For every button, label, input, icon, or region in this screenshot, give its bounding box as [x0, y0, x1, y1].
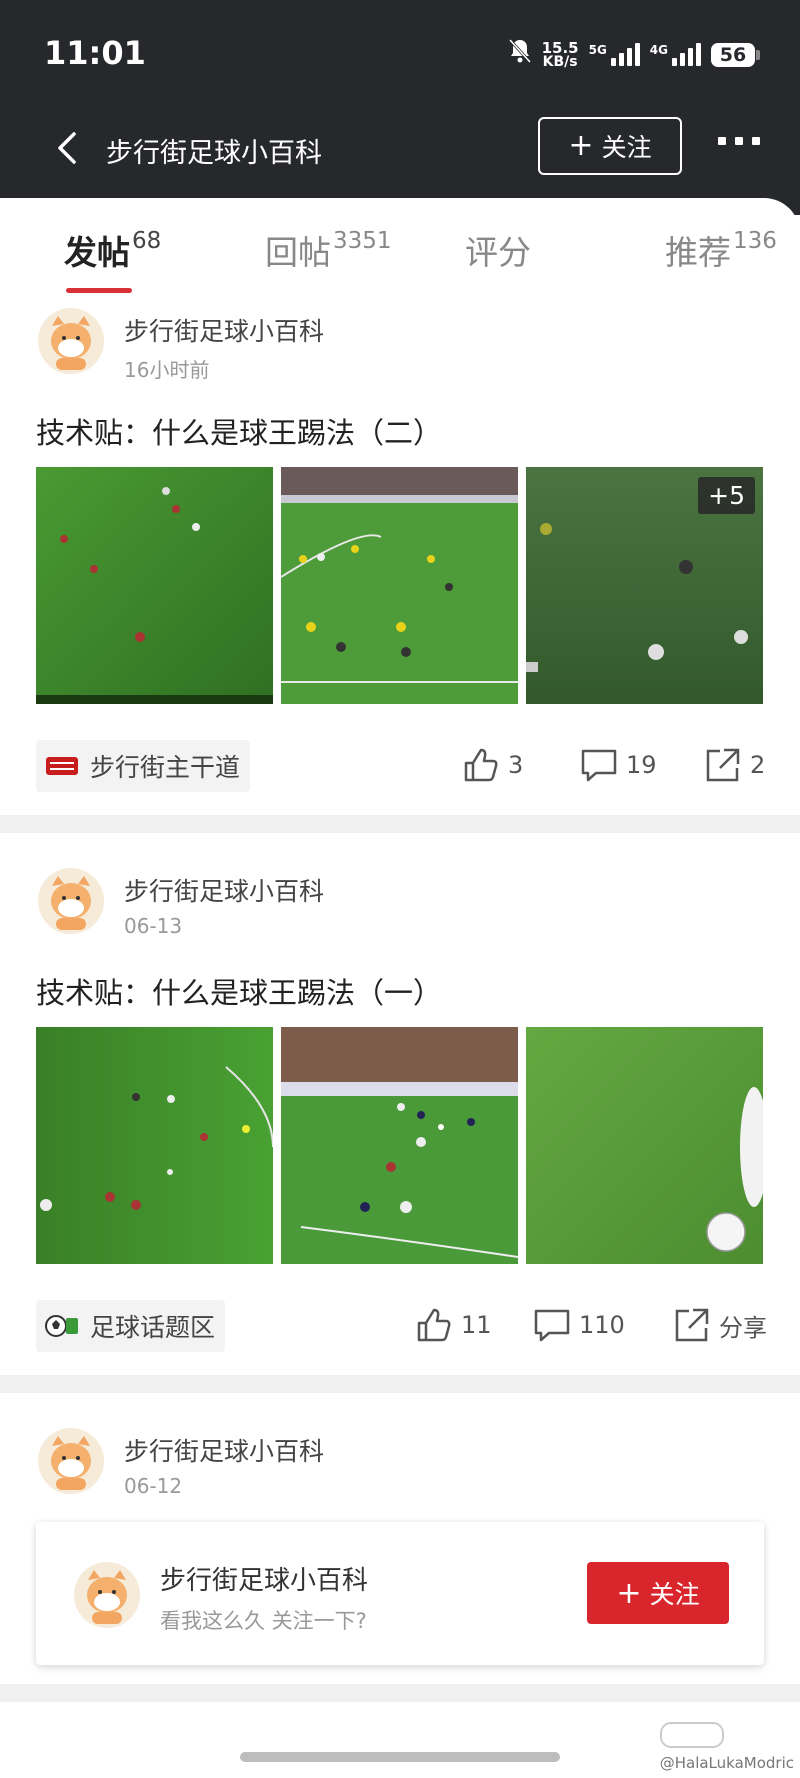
app-header: 11:01 15.5 KB/s 5G 4G 56 步行街足球小百科 + 关注	[0, 0, 800, 215]
battery-level: 56	[711, 42, 755, 67]
follow-card-subtitle: 看我这么久 关注一下?	[160, 1609, 367, 1633]
signal-4g-label: 4G	[649, 43, 668, 57]
follow-prompt-card: 步行街足球小百科 看我这么久 关注一下? + 关注	[36, 1522, 764, 1665]
battery-icon: 56	[711, 42, 760, 67]
like-count: 3	[508, 751, 524, 779]
status-time: 11:01	[44, 34, 146, 72]
page-title: 步行街足球小百科	[106, 138, 322, 169]
watermark-logo-icon	[660, 1722, 724, 1748]
like-count: 11	[461, 1311, 492, 1339]
divider	[0, 1684, 800, 1702]
jrs-logo-icon	[46, 757, 78, 775]
tab-posts[interactable]: 发帖68	[64, 226, 161, 274]
net-speed-unit: KB/s	[542, 53, 578, 70]
post-time: 16小时前	[124, 358, 210, 382]
tab-recommend-count: 136	[733, 228, 777, 254]
post-image[interactable]	[281, 1027, 518, 1264]
comment-count: 19	[626, 751, 657, 779]
board-name: 步行街主干道	[90, 753, 241, 782]
follow-card-button[interactable]: + 关注	[587, 1562, 729, 1624]
like-button[interactable]: 3	[462, 746, 523, 784]
tab-recommend-label: 推荐	[665, 233, 731, 272]
more-images-badge: +5	[698, 477, 755, 514]
post-image[interactable]	[281, 467, 518, 704]
post-image[interactable]	[36, 467, 273, 704]
net-speed-value: 15.5	[541, 38, 579, 57]
tab-recommend[interactable]: 推荐136	[665, 226, 777, 274]
share-button[interactable]: 2	[704, 746, 765, 784]
tab-posts-label: 发帖	[64, 233, 130, 272]
board-tag[interactable]: 步行街主干道	[36, 740, 251, 792]
comment-button[interactable]: 19	[580, 746, 657, 784]
follow-card-button-label: 关注	[649, 1580, 700, 1609]
signal-5g-icon: 5G	[589, 43, 640, 66]
post-author[interactable]: 步行街足球小百科	[124, 312, 324, 348]
follow-card-name: 步行街足球小百科	[160, 1566, 369, 1596]
thumbs-up-icon	[417, 1308, 451, 1342]
tab-ratings[interactable]: 评分	[465, 226, 531, 274]
avatar[interactable]	[38, 868, 104, 934]
back-arrow-icon[interactable]	[50, 130, 86, 166]
share-label: 分享	[719, 1313, 767, 1342]
football-board-logo-icon	[45, 1315, 78, 1337]
tab-active-indicator	[66, 288, 132, 293]
net-speed: 15.5 KB/s	[541, 38, 579, 70]
post-image[interactable]	[36, 1027, 273, 1264]
signal-5g-label: 5G	[588, 43, 607, 57]
nav-bar: 步行街足球小百科 + 关注	[0, 115, 800, 185]
tab-ratings-label: 评分	[465, 233, 531, 272]
plus-icon: +	[568, 128, 594, 163]
home-indicator[interactable]	[240, 1752, 560, 1762]
share-icon	[675, 1308, 709, 1342]
board-tag[interactable]: 足球话题区	[36, 1300, 226, 1352]
share-count: 2	[750, 751, 766, 779]
post-time: 06-12	[124, 1474, 183, 1498]
more-options-icon[interactable]	[718, 137, 760, 145]
divider	[0, 1375, 800, 1393]
comment-icon	[534, 1309, 570, 1342]
tab-posts-count: 68	[132, 228, 162, 254]
post-image[interactable]	[526, 1027, 763, 1264]
post-image[interactable]: +5	[526, 467, 763, 704]
tab-replies-label: 回帖	[265, 233, 331, 272]
comment-count: 110	[579, 1311, 625, 1339]
comment-button[interactable]: 110	[533, 1306, 625, 1344]
post-time: 06-13	[124, 914, 183, 938]
share-icon	[706, 748, 740, 782]
signal-4g-icon: 4G	[650, 43, 701, 66]
tab-replies[interactable]: 回帖3351	[265, 226, 392, 274]
status-icons: 15.5 KB/s 5G 4G 56	[508, 38, 760, 71]
avatar[interactable]	[74, 1562, 140, 1628]
post-author[interactable]: 步行街足球小百科	[124, 872, 324, 908]
follow-button[interactable]: + 关注	[538, 117, 682, 175]
tab-replies-count: 3351	[333, 228, 392, 254]
avatar[interactable]	[38, 308, 104, 374]
status-bar: 11:01 15.5 KB/s 5G 4G 56	[0, 0, 800, 110]
share-button[interactable]: 分享	[673, 1306, 767, 1344]
like-button[interactable]: 11	[415, 1306, 492, 1344]
mute-bell-icon	[508, 38, 532, 71]
post-author[interactable]: 步行街足球小百科	[124, 1432, 324, 1468]
thumbs-up-icon	[464, 748, 498, 782]
divider	[0, 815, 800, 833]
plus-icon: +	[616, 1575, 642, 1611]
watermark-text: @HalaLukaModric	[659, 1754, 794, 1772]
avatar[interactable]	[38, 1428, 104, 1494]
follow-button-label: 关注	[601, 133, 652, 162]
board-name: 足球话题区	[90, 1313, 216, 1342]
comment-icon	[581, 749, 617, 782]
post-title[interactable]: 技术贴：什么是球王踢法（一）	[36, 970, 442, 1012]
tab-bar: 发帖68 回帖3351 评分 推荐136	[0, 198, 800, 294]
post-title[interactable]: 技术贴：什么是球王踢法（二）	[36, 410, 442, 452]
